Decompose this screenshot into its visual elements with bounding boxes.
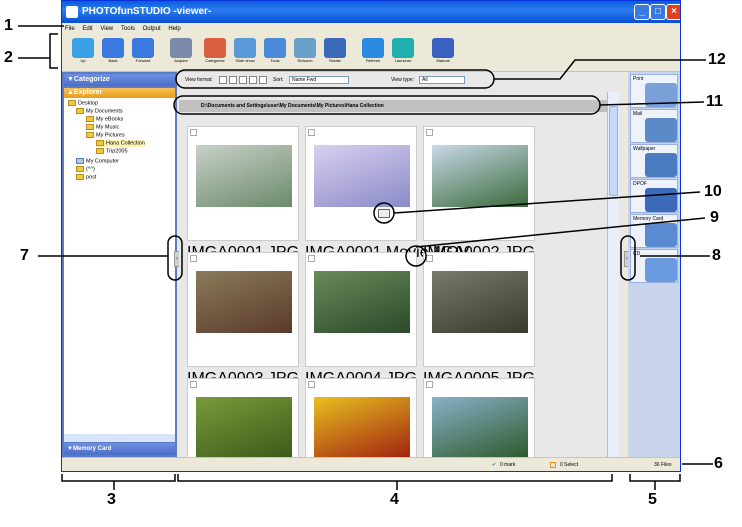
annotation-2: 2 xyxy=(4,49,13,66)
annotation-10: 10 xyxy=(704,183,722,200)
annotation-7: 7 xyxy=(20,247,29,264)
annotation-12: 12 xyxy=(708,51,726,68)
annotation-3: 3 xyxy=(107,491,116,508)
annotation-9: 9 xyxy=(710,209,719,226)
annotation-6: 6 xyxy=(714,455,723,472)
annotation-5: 5 xyxy=(648,491,657,508)
annotation-11: 11 xyxy=(706,93,723,110)
callout-lines xyxy=(18,25,713,490)
annotation-4: 4 xyxy=(390,491,399,508)
annotation-8: 8 xyxy=(712,247,721,264)
annotation-1: 1 xyxy=(4,17,13,34)
